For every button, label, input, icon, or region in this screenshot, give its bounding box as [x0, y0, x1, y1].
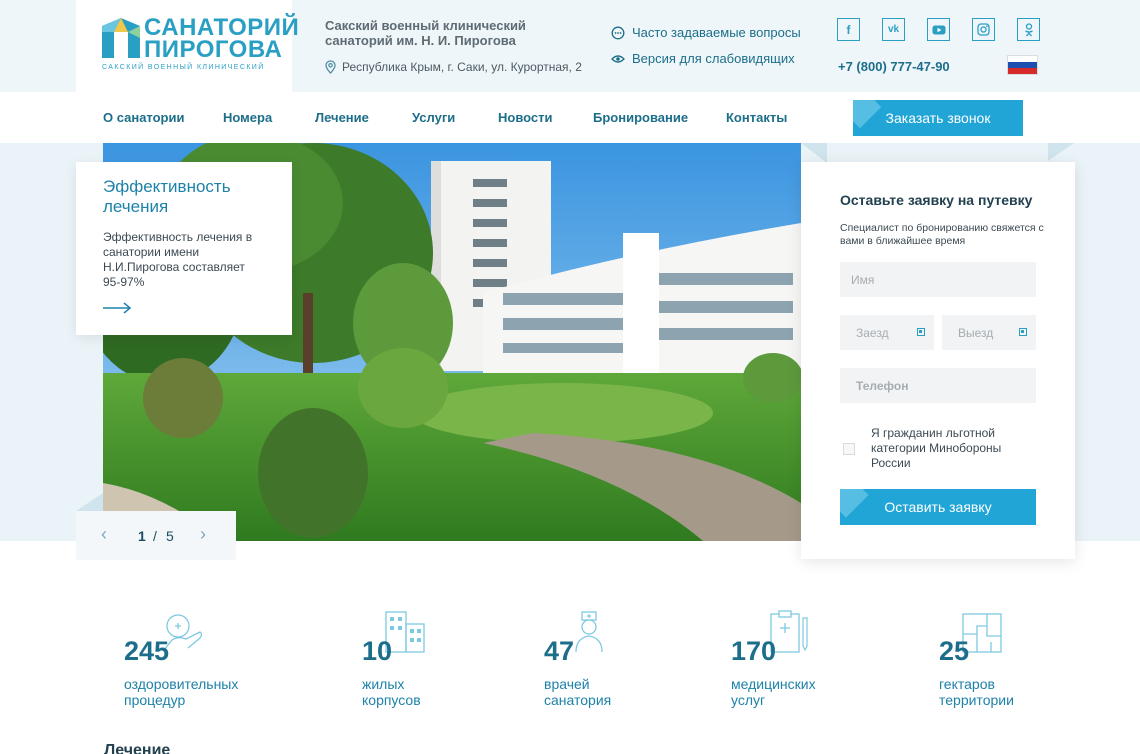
low-vision-link-label: Версия для слабовидящих: [632, 51, 795, 66]
stat-label-line2: процедур: [124, 692, 186, 708]
stat-label-line2: территории: [939, 692, 1014, 708]
slide-info-card: Эффективность лечения Эффективность лече…: [76, 162, 292, 335]
booking-form: Оставьте заявку на путевку Специалист по…: [801, 162, 1075, 559]
location-pin-icon: [325, 60, 336, 74]
phone-field[interactable]: Телефон: [840, 368, 1036, 403]
name-field[interactable]: Имя: [840, 262, 1036, 297]
eye-icon: [611, 54, 625, 63]
prev-slide-icon[interactable]: ‹: [101, 524, 107, 545]
section-title: Лечение: [104, 742, 171, 754]
booking-subtitle: Специалист по бронированию свяжется с ва…: [840, 222, 1044, 247]
low-vision-link[interactable]: Версия для слабовидящих: [611, 51, 795, 66]
slide-total: 5: [166, 528, 174, 544]
request-call-button[interactable]: Заказать звонок: [853, 100, 1023, 136]
nav-item-about[interactable]: О санатории: [103, 110, 185, 125]
phone-number[interactable]: +7 (800) 777-47-90: [838, 59, 950, 74]
stat-label-line1: врачей: [544, 676, 590, 692]
slide-current: 1: [138, 528, 146, 544]
address-text: Республика Крым, г. Саки, ул. Курортная,…: [342, 60, 582, 74]
russian-flag-icon[interactable]: [1007, 55, 1038, 75]
checkout-placeholder: Выезд: [958, 325, 994, 340]
logo-subtitle: САКСКИЙ ВОЕННЫЙ КЛИНИЧЕСКИЙ: [102, 64, 265, 71]
nav-item-treatment[interactable]: Лечение: [315, 110, 369, 125]
next-slide-icon[interactable]: ›: [200, 524, 206, 545]
arrow-right-icon[interactable]: [103, 302, 133, 314]
nav-item-booking[interactable]: Бронирование: [593, 110, 688, 125]
stat-value: 245: [124, 636, 170, 666]
stat-label-line1: гектаров: [939, 676, 995, 692]
decor-triangle: [76, 493, 103, 511]
chat-bubble-icon: [611, 26, 625, 39]
stat-value: 47: [544, 636, 575, 666]
instagram-icon[interactable]: [972, 18, 995, 41]
beneficiary-checkbox-label: Я гражданин льготной категории Миноборон…: [871, 426, 1002, 470]
facebook-icon[interactable]: f: [837, 18, 860, 41]
nav-item-services[interactable]: Услуги: [412, 110, 455, 125]
phone-placeholder: Телефон: [856, 378, 909, 393]
logo[interactable]: САНАТОРИЙ ПИРОГОВА САКСКИЙ ВОЕННЫЙ КЛИНИ…: [76, 0, 299, 92]
calendar-icon[interactable]: [917, 328, 925, 336]
decor-triangle: [801, 143, 827, 163]
org-name: Сакский военный клинический санаторий им…: [325, 18, 526, 48]
slider-pager: ‹ 1 / 5 ›: [76, 511, 236, 560]
logo-line-2: ПИРОГОВА: [144, 36, 283, 63]
odnoklassniki-icon[interactable]: [1017, 18, 1040, 41]
slide-separator: /: [153, 528, 157, 544]
decor-triangle: [1048, 143, 1074, 161]
stat-value: 10: [362, 636, 393, 666]
faq-link-label: Часто задаваемые вопросы: [632, 25, 801, 40]
nav-item-news[interactable]: Новости: [498, 110, 553, 125]
booking-title: Оставьте заявку на путевку: [840, 192, 1033, 208]
address: Республика Крым, г. Саки, ул. Курортная,…: [325, 60, 582, 74]
stat-value: 170: [731, 636, 777, 666]
checkin-placeholder: Заезд: [856, 325, 889, 340]
slide-title: Эффективность лечения: [103, 177, 231, 216]
stat-label-line2: корпусов: [362, 692, 421, 708]
logo-mark-icon: [102, 18, 140, 58]
checkin-date-field[interactable]: Заезд: [840, 315, 934, 350]
vk-icon[interactable]: vk: [882, 18, 905, 41]
checkout-date-field[interactable]: Выезд: [942, 315, 1036, 350]
name-placeholder: Имя: [851, 272, 875, 287]
beneficiary-checkbox[interactable]: [843, 443, 855, 455]
stat-label-line1: жилых: [362, 676, 405, 692]
social-links: f vk: [837, 18, 1040, 41]
submit-request-label: Оставить заявку: [884, 499, 992, 515]
stat-label-line1: медицинских: [731, 676, 816, 692]
main-nav: О санатории Номера Лечение Услуги Новост…: [0, 92, 1140, 143]
slide-text: Эффективность лечения в санатории имени …: [103, 230, 253, 289]
calendar-icon[interactable]: [1019, 328, 1027, 336]
stat-label-line2: санатория: [544, 692, 612, 708]
stat-label-line1: оздоровительных: [124, 676, 239, 692]
doctor-icon: [575, 611, 603, 653]
stat-value: 25: [939, 636, 970, 666]
nav-item-rooms[interactable]: Номера: [223, 110, 272, 125]
nav-item-contacts[interactable]: Контакты: [726, 110, 787, 125]
stat-label-line2: услуг: [731, 692, 766, 708]
faq-link[interactable]: Часто задаваемые вопросы: [611, 25, 801, 40]
submit-request-button[interactable]: Оставить заявку: [840, 489, 1036, 525]
request-call-label: Заказать звонок: [885, 110, 991, 126]
youtube-icon[interactable]: [927, 18, 950, 41]
